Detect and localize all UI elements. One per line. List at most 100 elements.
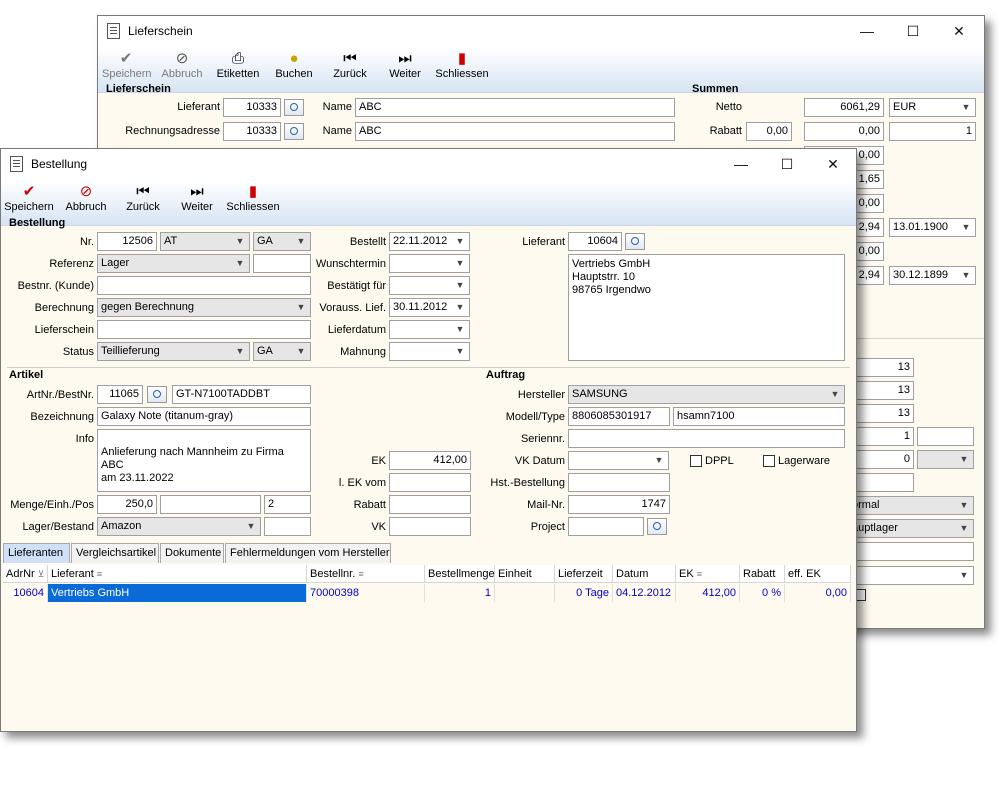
extra-select-5[interactable]: ▼: [917, 450, 974, 469]
extra-field-4[interactable]: [917, 427, 974, 446]
artnr-field[interactable]: 11065: [97, 385, 143, 404]
zurueck-button[interactable]: ⏮ Zurück: [328, 48, 372, 92]
status-select[interactable]: Teillieferung ▼: [97, 342, 250, 361]
weiter-button[interactable]: ⏭ Weiter: [175, 181, 219, 225]
lieferant-lookup-icon[interactable]: [625, 233, 645, 250]
vkdatum-date-select[interactable]: ▼: [568, 451, 669, 470]
rabatt-percent-field[interactable]: 0,00: [746, 122, 792, 141]
column-header-lieferzeit[interactable]: Lieferzeit: [555, 565, 613, 583]
tab-dokumente[interactable]: Dokumente: [160, 543, 224, 563]
lieferant-field[interactable]: 10333: [223, 98, 281, 117]
cell-ek[interactable]: 412,00: [676, 584, 740, 602]
referenz-select[interactable]: Lager ▼: [97, 254, 250, 273]
cell-bestellnr[interactable]: 70000398: [307, 584, 425, 602]
schliessen-button[interactable]: ▮ Schliessen: [434, 48, 490, 92]
lieferschein-field[interactable]: [97, 320, 311, 339]
seriennr-field[interactable]: [568, 429, 845, 448]
ek-field[interactable]: 412,00: [389, 451, 471, 470]
column-header-datum[interactable]: Datum: [613, 565, 676, 583]
rabatt-field[interactable]: [389, 495, 471, 514]
einheit-field[interactable]: [160, 495, 261, 514]
lieferant-field[interactable]: 10604: [568, 232, 622, 251]
cell-lieferzeit[interactable]: 0 Tage: [555, 584, 613, 602]
lieferschein-titlebar[interactable]: Lieferschein — ☐ ✕: [98, 16, 984, 48]
bestaetigt-date-select[interactable]: ▼: [389, 276, 470, 295]
column-header-rabatt[interactable]: Rabatt: [740, 565, 785, 583]
lekvom-field[interactable]: [389, 473, 471, 492]
menge-field[interactable]: 250,0: [97, 495, 157, 514]
lieferant-lookup-icon[interactable]: [284, 99, 304, 116]
modell-field[interactable]: 8806085301917: [568, 407, 670, 426]
bestnr-field[interactable]: GT-N7100TADDBT: [172, 385, 311, 404]
close-button[interactable]: ✕: [810, 149, 856, 179]
extra-field-7[interactable]: [838, 542, 974, 561]
zurueck-button[interactable]: ⏮ Zurück: [121, 181, 165, 225]
column-header-effek[interactable]: eff. EK: [785, 565, 851, 583]
currency-select[interactable]: EUR ▼: [889, 98, 976, 117]
cell-datum[interactable]: 04.12.2012: [613, 584, 676, 602]
mahnung-date-select[interactable]: ▼: [389, 342, 470, 361]
status-select[interactable]: ormal ▼: [848, 496, 974, 515]
cell-effek[interactable]: 0,00: [785, 584, 851, 602]
column-header-adrnr[interactable]: AdrNr ⊻: [3, 565, 48, 583]
column-header-ek[interactable]: EK ≡: [676, 565, 740, 583]
close-button[interactable]: ✕: [936, 16, 982, 46]
netto-field[interactable]: 6061,29: [804, 98, 884, 117]
cell-einheit[interactable]: [495, 584, 555, 602]
column-header-bestellnr[interactable]: Bestellnr. ≡: [307, 565, 425, 583]
lieferdatum-date-select[interactable]: ▼: [389, 320, 470, 339]
wunschtermin-date-select[interactable]: ▼: [389, 254, 470, 273]
tab-lieferanten[interactable]: Lieferanten: [3, 543, 70, 563]
cell-adrnr[interactable]: 10604: [3, 584, 48, 602]
buchen-button[interactable]: ● Buchen: [272, 48, 316, 92]
abbruch-button[interactable]: ⊘ Abbruch: [63, 181, 109, 225]
rechnungsadresse-field[interactable]: 10333: [223, 122, 281, 141]
nr-field[interactable]: 12506: [97, 232, 157, 251]
cell-rabatt[interactable]: 0 %: [740, 584, 785, 602]
minimize-button[interactable]: —: [718, 149, 764, 179]
maximize-button[interactable]: ☐: [890, 16, 936, 46]
cell-lieferant[interactable]: Vertriebs GmbH: [48, 584, 307, 602]
vk-field[interactable]: [389, 517, 471, 536]
nr-type-select[interactable]: AT ▼: [160, 232, 250, 251]
lager-select[interactable]: Amazon ▼: [97, 517, 261, 536]
tab-vergleichsartikel[interactable]: Vergleichsartikel: [71, 543, 159, 563]
bestellt-date-select[interactable]: 22.11.2012 ▼: [389, 232, 470, 251]
bestnr-kunde-field[interactable]: [97, 276, 311, 295]
mailnr-field[interactable]: 1747: [568, 495, 670, 514]
weiter-button[interactable]: ⏭ Weiter: [383, 48, 427, 92]
artnr-lookup-icon[interactable]: [147, 386, 167, 403]
lagerware-checkbox[interactable]: [763, 455, 775, 467]
pos-field[interactable]: 2: [264, 495, 311, 514]
rabatt-value-field[interactable]: 0,00: [804, 122, 884, 141]
bezeichnung-field[interactable]: Galaxy Note (titanum-gray): [97, 407, 311, 426]
lieferant-address-box[interactable]: Vertriebs GmbH Hauptstrr. 10 98765 Irgen…: [568, 254, 845, 361]
bestand-field[interactable]: [264, 517, 311, 536]
hstbest-field[interactable]: [568, 473, 670, 492]
bestellung-titlebar[interactable]: Bestellung — ☐ ✕: [1, 149, 856, 181]
info-textarea[interactable]: Anlieferung nach Mannheim zu Firma ABC a…: [97, 429, 311, 492]
dppl-checkbox[interactable]: [690, 455, 702, 467]
column-header-einheit[interactable]: Einheit: [495, 565, 555, 583]
project-lookup-icon[interactable]: [647, 518, 667, 535]
lager-select[interactable]: auptlager ▼: [848, 519, 974, 538]
column-header-bestellmenge[interactable]: Bestellmenge: [425, 565, 495, 583]
minimize-button[interactable]: —: [844, 16, 890, 46]
tab-fehlermeldungen[interactable]: Fehlermeldungen vom Hersteller: [225, 543, 391, 563]
maximize-button[interactable]: ☐: [764, 149, 810, 179]
name-field-1[interactable]: ABC: [355, 98, 675, 117]
type-field[interactable]: hsamn7100: [673, 407, 845, 426]
hersteller-select[interactable]: SAMSUNG ▼: [568, 385, 845, 404]
project-field[interactable]: [568, 517, 644, 536]
vorauss-lief-date-select[interactable]: 30.11.2012 ▼: [389, 298, 470, 317]
schliessen-button[interactable]: ▮ Schliessen: [226, 181, 280, 225]
berechnung-select[interactable]: gegen Berechnung ▼: [97, 298, 311, 317]
etiketten-button[interactable]: ⎙ Etiketten: [213, 48, 263, 92]
cell-bestellmenge[interactable]: 1: [425, 584, 495, 602]
rechnungsadresse-lookup-icon[interactable]: [284, 123, 304, 140]
extra-select-8[interactable]: ▼: [838, 566, 974, 585]
column-header-lieferant[interactable]: Lieferant ≡: [48, 565, 307, 583]
date-select-1[interactable]: 13.01.1900 ▼: [889, 218, 976, 237]
rabatt-qty-field[interactable]: 1: [889, 122, 976, 141]
name-field-2[interactable]: ABC: [355, 122, 675, 141]
